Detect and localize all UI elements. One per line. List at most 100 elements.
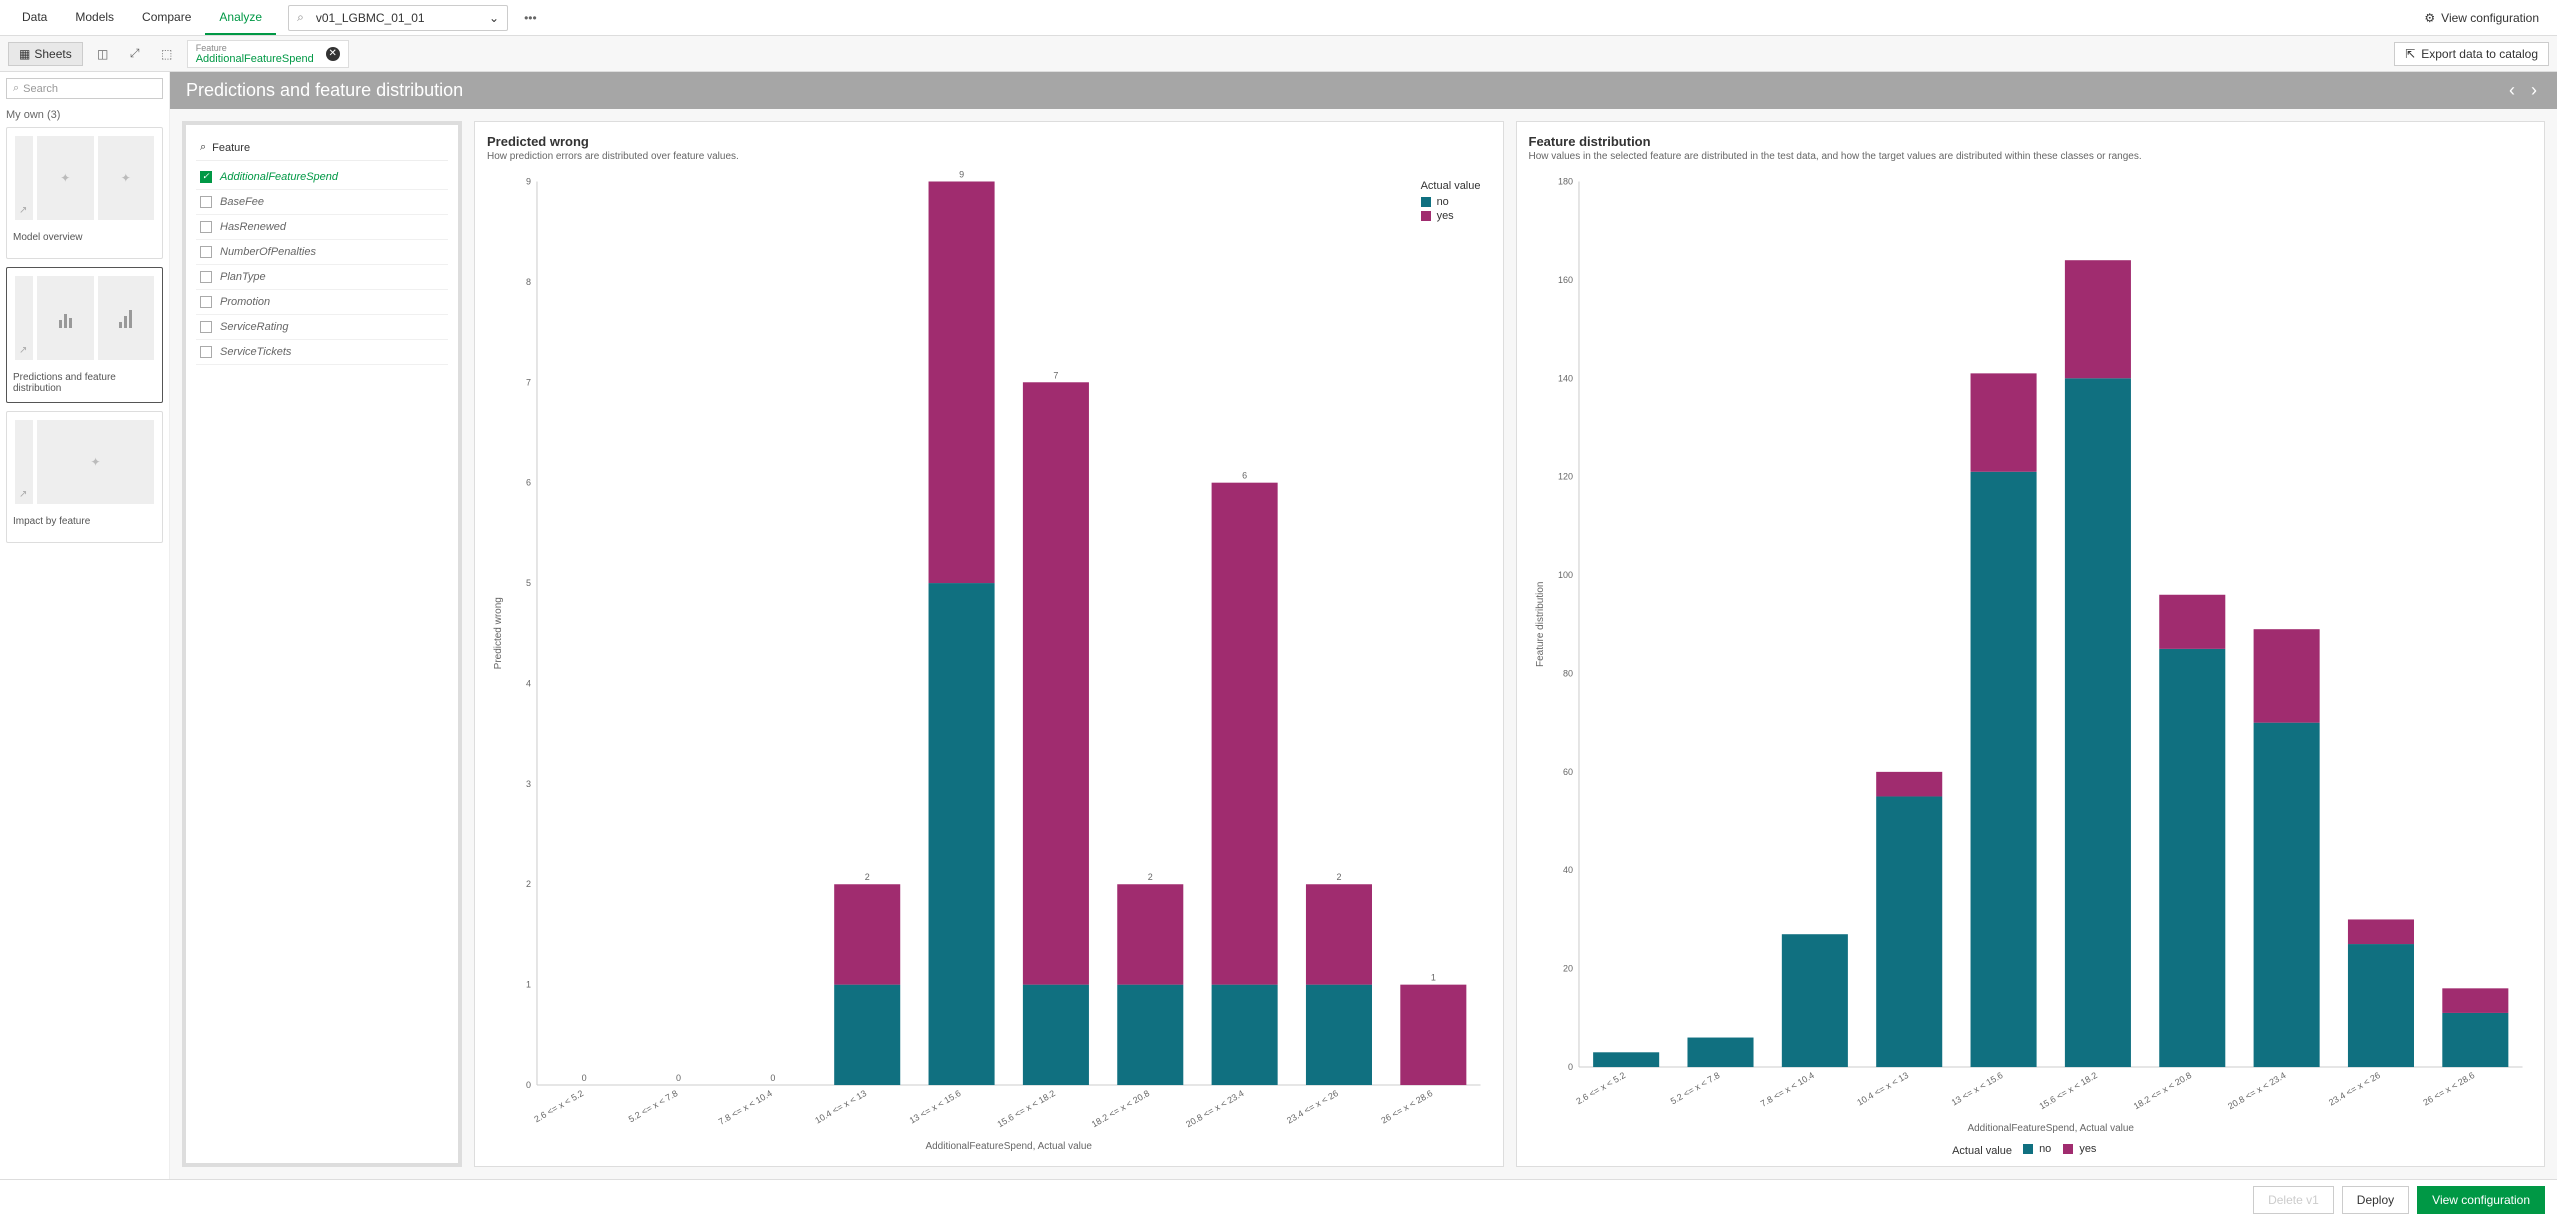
selection-tool-2[interactable]: ⤢ (123, 42, 147, 66)
tab-compare[interactable]: Compare (128, 0, 205, 35)
svg-text:23.4 <= x < 26: 23.4 <= x < 26 (1285, 1088, 1340, 1126)
svg-text:2: 2 (526, 879, 531, 889)
feature-item[interactable]: AdditionalFeatureSpend (196, 165, 448, 190)
view-configuration-footer-button[interactable]: View configuration (2417, 1186, 2545, 1214)
view-configuration-button[interactable]: ⚙ View configuration (2414, 7, 2549, 29)
checkbox[interactable] (200, 296, 212, 308)
feature-panel: ⌕ Feature AdditionalFeatureSpendBaseFeeH… (182, 121, 462, 1167)
search-icon: ⌕ (297, 10, 304, 25)
sheet-thumb[interactable]: ↗✦✦Model overview (6, 127, 163, 259)
svg-text:2: 2 (865, 872, 870, 882)
svg-text:0: 0 (526, 1080, 531, 1090)
svg-text:6: 6 (526, 478, 531, 488)
sidebar-section-label: My own (3) (6, 109, 163, 121)
deploy-button[interactable]: Deploy (2342, 1186, 2409, 1214)
svg-text:9: 9 (959, 170, 964, 179)
selection-tool-1[interactable]: ◫ (91, 42, 115, 66)
content: Predictions and feature distribution ‹ ›… (170, 72, 2557, 1179)
svg-text:Predicted wrong: Predicted wrong (493, 597, 504, 669)
checkbox[interactable] (200, 246, 212, 258)
svg-text:2.6 <= x < 5.2: 2.6 <= x < 5.2 (532, 1088, 585, 1124)
top-bar: DataModelsCompareAnalyze ⌕ v01_LGBMC_01_… (0, 0, 2557, 36)
sheets-sidebar: ⌕ Search My own (3) ↗✦✦Model overview↗Pr… (0, 72, 170, 1179)
tab-data[interactable]: Data (8, 0, 61, 35)
search-icon: ⌕ (200, 141, 206, 154)
svg-text:2.6 <= x < 5.2: 2.6 <= x < 5.2 (1574, 1070, 1627, 1106)
next-sheet-button[interactable]: › (2527, 80, 2541, 101)
feature-item[interactable]: HasRenewed (196, 215, 448, 240)
grid-icon: ▦ (19, 47, 30, 61)
chart-subtitle: How values in the selected feature are d… (1529, 151, 2533, 162)
search-icon: ⌕ (13, 82, 19, 95)
footer: Delete v1 Deploy View configuration (0, 1179, 2557, 1219)
chart-2-svg[interactable]: 0204060801001201401601802.6 <= x < 5.25.… (1529, 170, 2533, 1139)
svg-text:26 <= x < 28.6: 26 <= x < 28.6 (1379, 1088, 1434, 1126)
svg-text:9: 9 (526, 176, 531, 186)
feature-item[interactable]: ServiceRating (196, 315, 448, 340)
sheet-thumb[interactable]: ↗Predictions and feature distribution (6, 267, 163, 403)
checkbox[interactable] (200, 321, 212, 333)
sidebar-search[interactable]: ⌕ Search (6, 78, 163, 99)
svg-text:5: 5 (526, 578, 531, 588)
svg-text:2: 2 (1148, 872, 1153, 882)
checkbox[interactable] (200, 171, 212, 183)
svg-text:13 <= x < 15.6: 13 <= x < 15.6 (1949, 1070, 2004, 1108)
svg-text:26 <= x < 28.6: 26 <= x < 28.6 (2421, 1070, 2476, 1108)
page-title-bar: Predictions and feature distribution ‹ › (170, 72, 2557, 109)
svg-text:80: 80 (1562, 668, 1572, 678)
svg-text:180: 180 (1557, 176, 1572, 186)
panels: ⌕ Feature AdditionalFeatureSpendBaseFeeH… (170, 109, 2557, 1179)
checkbox[interactable] (200, 346, 212, 358)
sheets-button[interactable]: ▦ Sheets (8, 42, 83, 66)
selection-tool-3[interactable]: ⬚ (155, 42, 179, 66)
svg-text:100: 100 (1557, 570, 1572, 580)
delete-button: Delete v1 (2253, 1186, 2334, 1214)
feature-item[interactable]: NumberOfPenalties (196, 240, 448, 265)
feature-item[interactable]: PlanType (196, 265, 448, 290)
checkbox[interactable] (200, 196, 212, 208)
svg-text:3: 3 (526, 779, 531, 789)
svg-text:0: 0 (770, 1073, 775, 1083)
close-icon[interactable]: ✕ (326, 47, 340, 61)
feature-filter-chip[interactable]: Feature AdditionalFeatureSpend ✕ (187, 40, 349, 68)
svg-text:15.6 <= x < 18.2: 15.6 <= x < 18.2 (2037, 1070, 2098, 1111)
svg-text:13 <= x < 15.6: 13 <= x < 15.6 (908, 1088, 963, 1126)
svg-text:8: 8 (526, 277, 531, 287)
svg-text:7: 7 (526, 377, 531, 387)
chart-1-legend: Actual value noyes (1421, 180, 1481, 224)
svg-text:7: 7 (1053, 370, 1058, 380)
svg-text:20.8 <= x < 23.4: 20.8 <= x < 23.4 (2226, 1070, 2287, 1111)
model-selector[interactable]: ⌕ v01_LGBMC_01_01 ⌄ (288, 5, 508, 31)
model-name: v01_LGBMC_01_01 (316, 11, 425, 25)
svg-text:7.8 <= x < 10.4: 7.8 <= x < 10.4 (1758, 1070, 1815, 1109)
chart-subtitle: How prediction errors are distributed ov… (487, 151, 1491, 162)
svg-text:0: 0 (676, 1073, 681, 1083)
checkbox[interactable] (200, 221, 212, 233)
checkbox[interactable] (200, 271, 212, 283)
feature-search[interactable]: ⌕ Feature (196, 135, 448, 161)
chevron-down-icon: ⌄ (489, 11, 499, 25)
prev-sheet-button[interactable]: ‹ (2505, 80, 2519, 101)
tab-models[interactable]: Models (61, 0, 128, 35)
sheet-thumb[interactable]: ↗✦Impact by feature (6, 411, 163, 543)
main-tabs: DataModelsCompareAnalyze (8, 0, 276, 35)
svg-text:60: 60 (1562, 767, 1572, 777)
feature-item[interactable]: BaseFee (196, 190, 448, 215)
feature-item[interactable]: Promotion (196, 290, 448, 315)
svg-text:10.4 <= x < 13: 10.4 <= x < 13 (813, 1088, 868, 1126)
svg-text:0: 0 (582, 1073, 587, 1083)
more-menu-button[interactable]: ••• (516, 7, 545, 29)
svg-text:2: 2 (1336, 872, 1341, 882)
svg-text:1: 1 (1431, 973, 1436, 983)
svg-text:0: 0 (1567, 1062, 1572, 1072)
export-data-button[interactable]: ⇱ Export data to catalog (2394, 42, 2549, 66)
svg-text:40: 40 (1562, 865, 1572, 875)
svg-text:23.4 <= x < 26: 23.4 <= x < 26 (2327, 1070, 2382, 1108)
main-area: ⌕ Search My own (3) ↗✦✦Model overview↗Pr… (0, 72, 2557, 1179)
tab-analyze[interactable]: Analyze (205, 0, 276, 35)
svg-text:AdditionalFeatureSpend, Actual: AdditionalFeatureSpend, Actual value (1967, 1123, 2134, 1134)
feature-item[interactable]: ServiceTickets (196, 340, 448, 365)
svg-text:1: 1 (526, 980, 531, 990)
svg-text:7.8 <= x < 10.4: 7.8 <= x < 10.4 (717, 1088, 774, 1127)
chart-1-svg[interactable]: 012345678902.6 <= x < 5.205.2 <= x < 7.8… (487, 170, 1491, 1157)
